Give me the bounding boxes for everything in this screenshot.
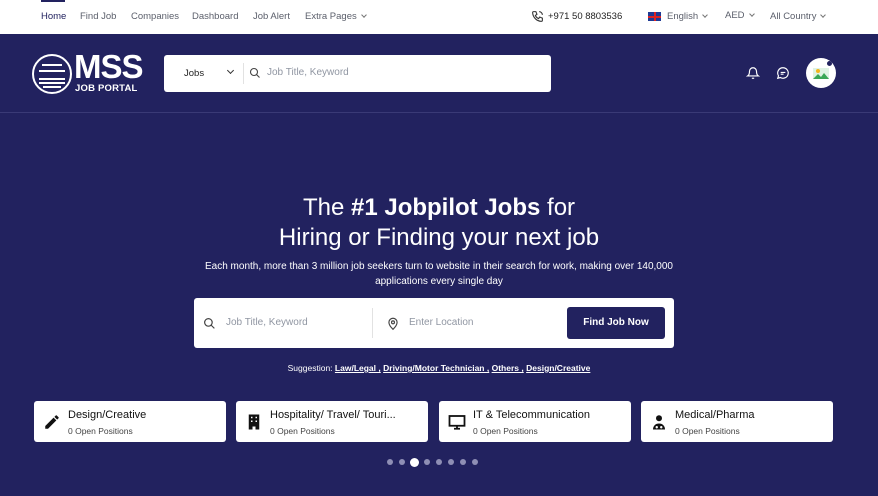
suggestion-link-driving[interactable]: Driving/Motor Technician ,: [383, 363, 489, 373]
category-card[interactable]: Hospitality/ Travel/ Touri... 0 Open Pos…: [236, 401, 428, 442]
chevron-down-icon: [360, 12, 367, 18]
divider: [372, 308, 373, 338]
header-search-bar: Jobs Job Title, Keyword: [164, 55, 551, 92]
active-indicator: [41, 0, 65, 2]
hero-title-bold: #1 Jobpilot Jobs: [350, 194, 541, 221]
nav-home[interactable]: Home: [41, 11, 66, 22]
category-title: IT & Telecommunication: [473, 409, 590, 421]
suggestion-link-others[interactable]: Others ,: [492, 363, 524, 373]
search-category-select[interactable]: Jobs: [184, 68, 204, 79]
category-positions: 0 Open Positions: [68, 426, 133, 436]
hero-subtitle: Each month, more than 3 million job seek…: [204, 261, 673, 287]
carousel-dot[interactable]: [399, 459, 405, 465]
hero-title-line2: Hiring or Finding your next job: [278, 224, 600, 251]
nav-dashboard[interactable]: Dashboard: [192, 11, 238, 22]
monitor-icon: [448, 415, 466, 430]
divider: [243, 63, 244, 84]
carousel-dot-active[interactable]: [410, 457, 419, 467]
logo-text[interactable]: MSS: [74, 50, 144, 84]
nav-find-job[interactable]: Find Job: [80, 11, 116, 22]
chevron-down-icon: [820, 12, 827, 18]
carousel-dot[interactable]: [472, 459, 478, 465]
location-input[interactable]: Enter Location: [409, 317, 474, 328]
header-search-input[interactable]: Job Title, Keyword: [267, 67, 349, 78]
carousel-dot[interactable]: [424, 459, 430, 465]
logo-emblem-icon[interactable]: [32, 54, 72, 94]
currency-label: AED: [725, 10, 745, 21]
top-nav: Home Find Job Companies Dashboard Job Al…: [0, 0, 878, 34]
category-card[interactable]: Medical/Pharma 0 Open Positions: [641, 401, 833, 442]
carousel-dot[interactable]: [448, 459, 454, 465]
currency-select[interactable]: AED: [725, 10, 755, 21]
nav-extra-pages[interactable]: Extra Pages: [305, 11, 367, 22]
nav-companies[interactable]: Companies: [131, 11, 179, 22]
suggestion-link-design[interactable]: Design/Creative: [526, 363, 590, 373]
bell-icon[interactable]: [746, 66, 760, 80]
hero-title-pre: The: [302, 194, 351, 221]
category-positions: 0 Open Positions: [675, 426, 740, 436]
country-label: All Country: [770, 11, 817, 22]
hero-title-post: for: [540, 194, 576, 221]
category-title: Medical/Pharma: [675, 409, 755, 421]
category-card[interactable]: Design/Creative 0 Open Positions: [34, 401, 226, 442]
category-title: Hospitality/ Travel/ Touri...: [270, 409, 396, 421]
nav-job-alert[interactable]: Job Alert: [253, 11, 290, 22]
suggestions: Suggestion: Law/Legal , Driving/Motor Te…: [0, 363, 878, 373]
logo-subtitle: JOB PORTAL: [75, 83, 138, 94]
country-select[interactable]: All Country: [770, 11, 827, 22]
search-icon: [204, 318, 215, 329]
category-card[interactable]: IT & Telecommunication 0 Open Positions: [439, 401, 631, 442]
chevron-down-icon: [702, 12, 709, 18]
doctor-icon: [653, 415, 665, 430]
hero-title: The #1 Jobpilot Jobs for Hiring or Findi…: [0, 193, 878, 253]
chat-icon[interactable]: [776, 66, 790, 80]
hotel-icon: [248, 414, 260, 430]
online-status-dot: [826, 60, 833, 67]
category-positions: 0 Open Positions: [473, 426, 538, 436]
suggestion-link-law[interactable]: Law/Legal ,: [335, 363, 381, 373]
category-positions: 0 Open Positions: [270, 426, 335, 436]
language-label: English: [667, 11, 699, 22]
location-pin-icon: [388, 317, 398, 331]
phone-icon: [532, 11, 543, 22]
carousel-dot[interactable]: [460, 459, 466, 465]
keyword-input[interactable]: Job Title, Keyword: [226, 317, 308, 328]
avatar[interactable]: [806, 58, 836, 88]
language-select[interactable]: English: [667, 11, 709, 22]
hero-search-form: Job Title, Keyword Enter Location Find J…: [194, 298, 674, 348]
pen-icon: [45, 415, 59, 429]
carousel-dot[interactable]: [436, 459, 442, 465]
nav-extra-pages-label: Extra Pages: [305, 11, 357, 22]
uk-flag-icon: [648, 12, 661, 21]
chevron-down-icon: [748, 11, 755, 17]
chevron-down-icon: [226, 66, 235, 75]
search-icon: [249, 67, 260, 78]
category-title: Design/Creative: [68, 409, 147, 421]
phone-number[interactable]: +971 50 8803536: [548, 11, 622, 22]
suggestion-label: Suggestion:: [287, 363, 333, 373]
find-job-button[interactable]: Find Job Now: [567, 307, 665, 339]
carousel-dot[interactable]: [387, 459, 393, 465]
